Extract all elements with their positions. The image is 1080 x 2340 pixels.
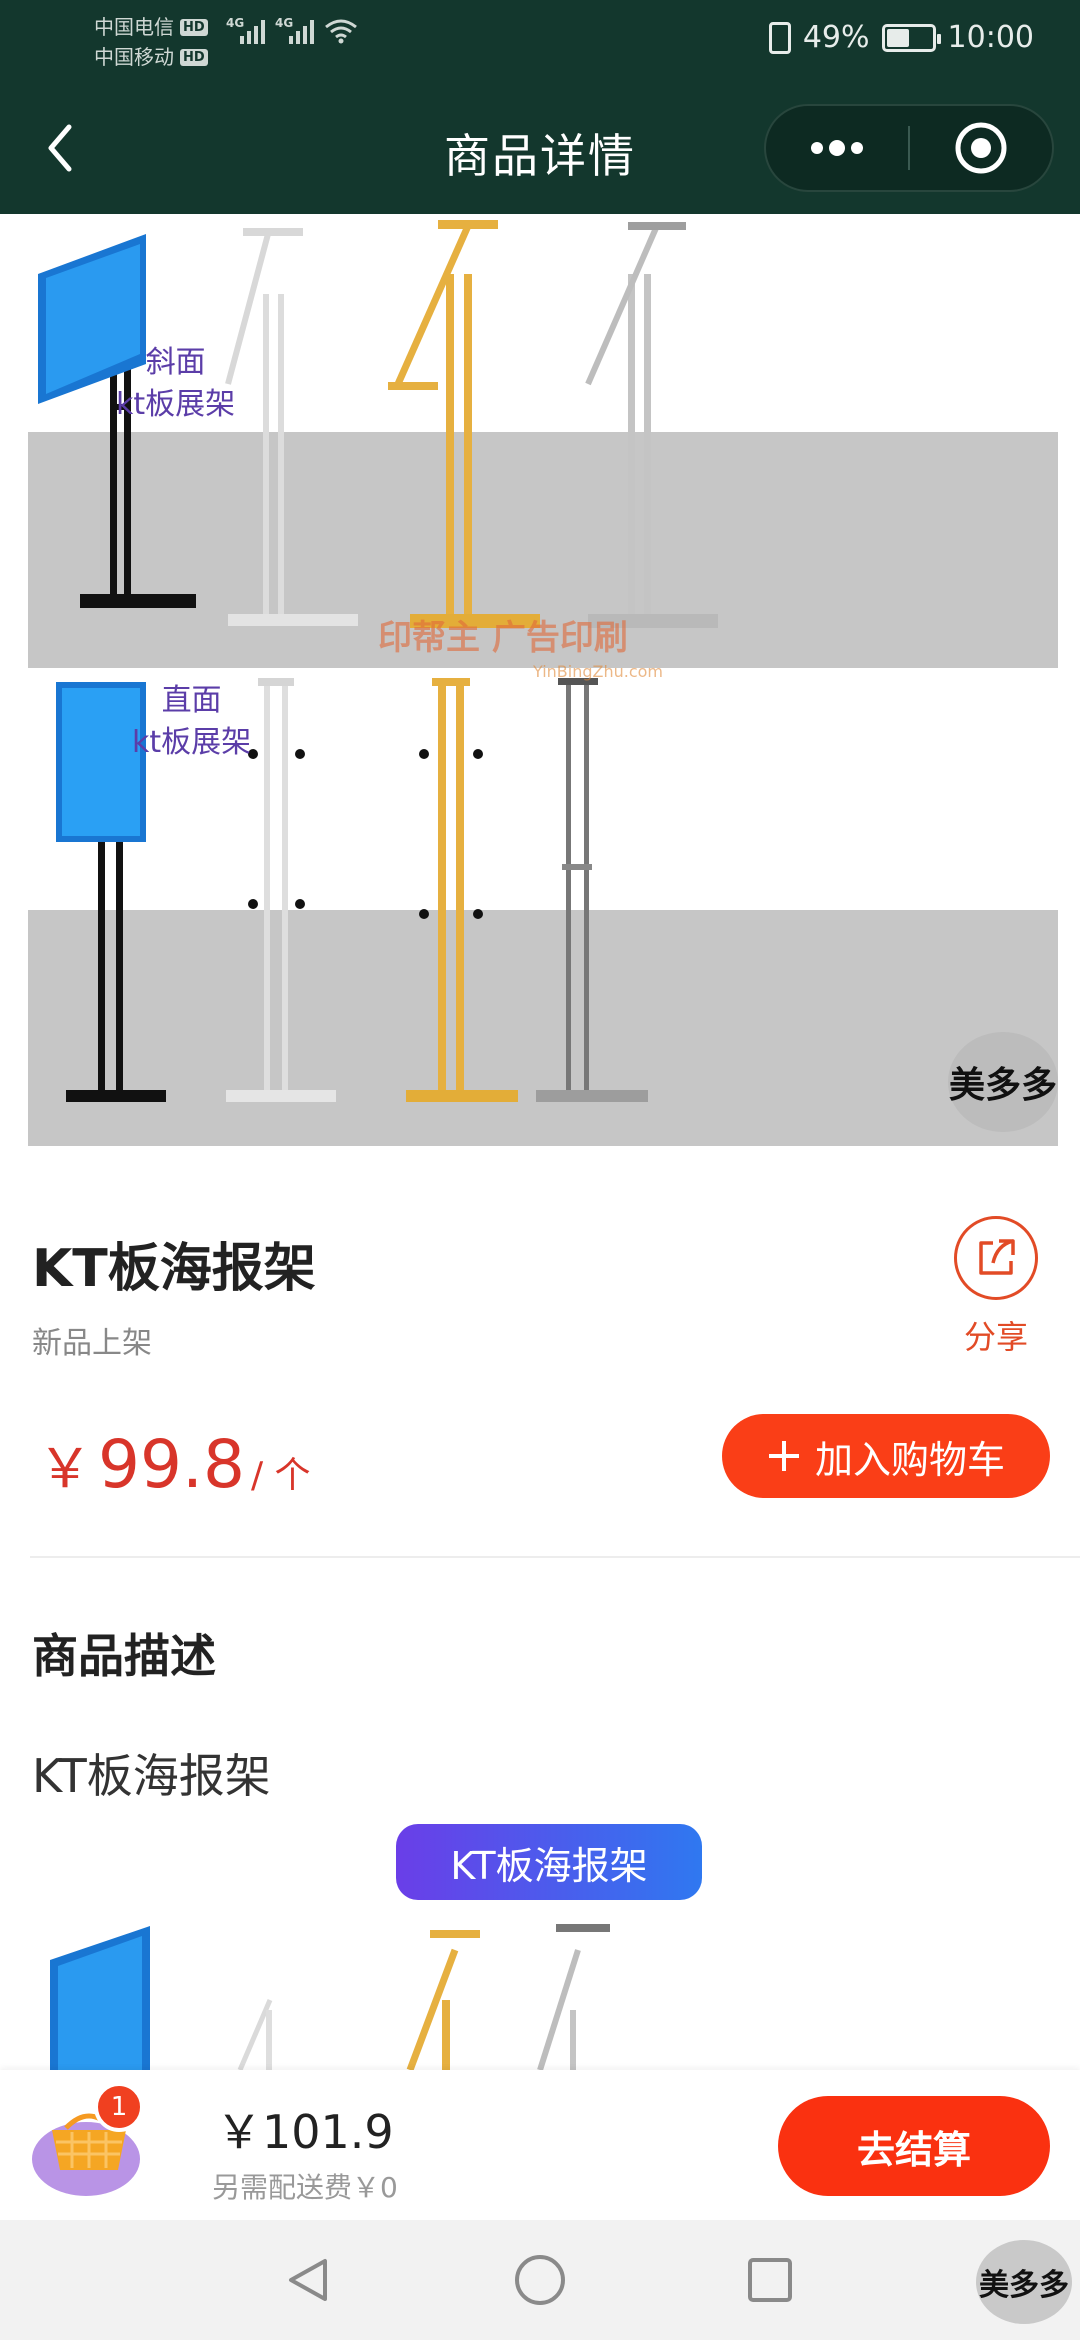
mini-program-capsule bbox=[764, 104, 1054, 192]
vertical-label-line-1: 直面 bbox=[161, 683, 222, 718]
product-title: KT板海报架 bbox=[32, 1239, 316, 1299]
system-navigation-bar: 美多多 bbox=[0, 2220, 1080, 2340]
slanted-stand-label: 斜面 kt板展架 bbox=[116, 342, 235, 426]
brand-logo: 美多多 bbox=[976, 2240, 1072, 2324]
network-type-label: 4G bbox=[226, 16, 245, 30]
carrier-info: 中国电信 HD 中国移动 HD bbox=[94, 12, 208, 72]
share-label: 分享 bbox=[963, 1318, 1028, 1356]
carrier-2-label: 中国移动 bbox=[94, 45, 174, 69]
add-to-cart-button[interactable]: 加入购物车 bbox=[722, 1414, 1050, 1498]
delivery-fee-note: 另需配送费￥0 bbox=[212, 2171, 398, 2204]
more-dots-icon bbox=[811, 140, 863, 156]
battery-fill bbox=[886, 28, 909, 47]
status-bar: 中国电信 HD 中国移动 HD 4G 4G 49% 10:00 bbox=[0, 0, 1080, 82]
signal-indicators: 4G 4G bbox=[226, 16, 358, 44]
cart-count-badge: 1 bbox=[94, 2082, 144, 2132]
watermark-text: 印帮主 广告印刷 bbox=[378, 618, 628, 658]
share-icon bbox=[954, 1216, 1038, 1300]
vertical-label-line-2: kt板展架 bbox=[132, 725, 252, 760]
description-text: KT板海报架 bbox=[32, 1749, 271, 1803]
signal-icon: 4G bbox=[275, 16, 314, 44]
add-to-cart-label: 加入购物车 bbox=[814, 1437, 1005, 1482]
cart-bar: 1 ￥101.9 另需配送费￥0 去结算 bbox=[0, 2070, 1080, 2220]
hd-badge: HD bbox=[180, 48, 208, 66]
carrier-1-label: 中国电信 bbox=[94, 15, 174, 39]
cart-total: ￥101.9 bbox=[216, 2105, 394, 2159]
battery-icon bbox=[881, 23, 941, 52]
watermark-subtext: YinBingZhu.com bbox=[533, 662, 664, 681]
price: ￥ 99.8 / 个 bbox=[38, 1424, 311, 1503]
system-back-button[interactable] bbox=[278, 2250, 338, 2310]
section-divider bbox=[30, 1556, 1080, 1558]
target-circle-icon bbox=[955, 122, 1007, 174]
battery-percent: 49% bbox=[802, 20, 870, 55]
clock: 10:00 bbox=[947, 20, 1034, 55]
triangle-back-icon bbox=[289, 2259, 327, 2301]
share-button[interactable]: 分享 bbox=[946, 1216, 1046, 1358]
slanted-label-line-1: 斜面 bbox=[145, 345, 206, 380]
wifi-icon bbox=[325, 19, 357, 44]
more-button[interactable] bbox=[766, 106, 908, 190]
signal-icon: 4G bbox=[226, 16, 265, 44]
description-stand-illustrations bbox=[50, 1924, 610, 2070]
system-home-button[interactable] bbox=[510, 2250, 570, 2310]
status-right: 49% 10:00 bbox=[768, 20, 1034, 55]
slanted-label-line-2: kt板展架 bbox=[116, 387, 236, 422]
plus-icon bbox=[768, 1441, 799, 1471]
square-recents-icon bbox=[748, 2258, 792, 2302]
checkout-button[interactable]: 去结算 bbox=[778, 2096, 1050, 2196]
navigation-bar: 商品详情 bbox=[0, 82, 1080, 214]
hd-badge: HD bbox=[180, 18, 208, 36]
network-type-label: 4G bbox=[275, 16, 294, 30]
currency-symbol: ￥ bbox=[38, 1437, 92, 1500]
brand-seal: 美多多 bbox=[948, 1032, 1058, 1132]
vibrate-icon bbox=[768, 21, 791, 54]
product-subtitle: 新品上架 bbox=[32, 1326, 152, 1361]
vertical-stand-label: 直面 kt板展架 bbox=[132, 680, 251, 764]
circle-home-icon bbox=[515, 2255, 565, 2305]
price-value: 99.8 bbox=[98, 1426, 245, 1503]
close-miniprogram-button[interactable] bbox=[910, 106, 1052, 190]
description-title: 商品描述 bbox=[32, 1629, 216, 1683]
description-image: KT板海报架 bbox=[30, 1820, 1080, 2070]
price-unit: / 个 bbox=[250, 1455, 311, 1496]
system-recents-button[interactable] bbox=[740, 2250, 800, 2310]
cart-button[interactable]: 1 bbox=[28, 2082, 148, 2202]
product-image[interactable]: 斜面 kt板展架 直面 kt板展架 印帮主 广告印刷 YinBingZhu.co… bbox=[28, 214, 1058, 1160]
